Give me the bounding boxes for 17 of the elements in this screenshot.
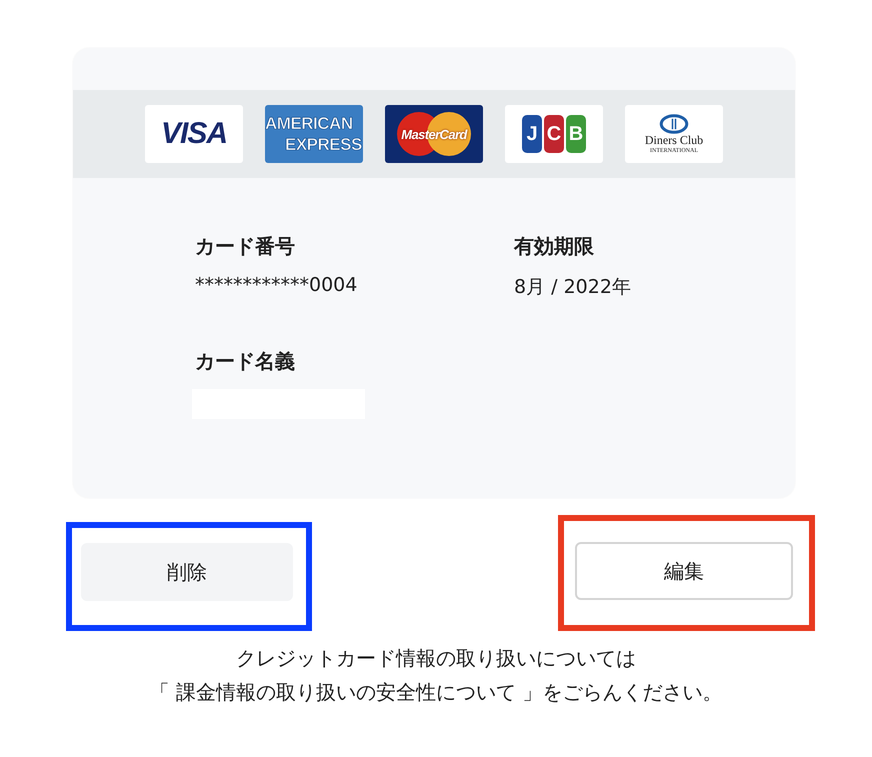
delete-button[interactable]: 削除	[81, 543, 293, 601]
ring-icon	[659, 114, 689, 134]
logo-text: VISA	[160, 117, 228, 151]
logo-text: B	[566, 115, 586, 153]
notice-text: クレジットカード情報の取り扱いについては	[236, 645, 636, 672]
edit-button[interactable]: 編集	[575, 542, 793, 600]
logo-text: J	[522, 115, 542, 153]
logo-text: Diners Club	[644, 134, 704, 146]
field-label: 有効期限	[514, 233, 595, 260]
field-label: カード名義	[195, 348, 296, 375]
field-label: カード番号	[195, 233, 296, 260]
field-value: ************0004	[195, 274, 358, 296]
logo-text: EXPRESS	[284, 134, 362, 155]
logo-text: AMERICAN	[265, 113, 353, 134]
logo-text: C	[544, 115, 564, 153]
notice-text: 「 課金情報の取り扱いの安全性について 」をごらんください。	[150, 679, 722, 706]
field-value: 8月 / 2022年	[514, 275, 632, 300]
